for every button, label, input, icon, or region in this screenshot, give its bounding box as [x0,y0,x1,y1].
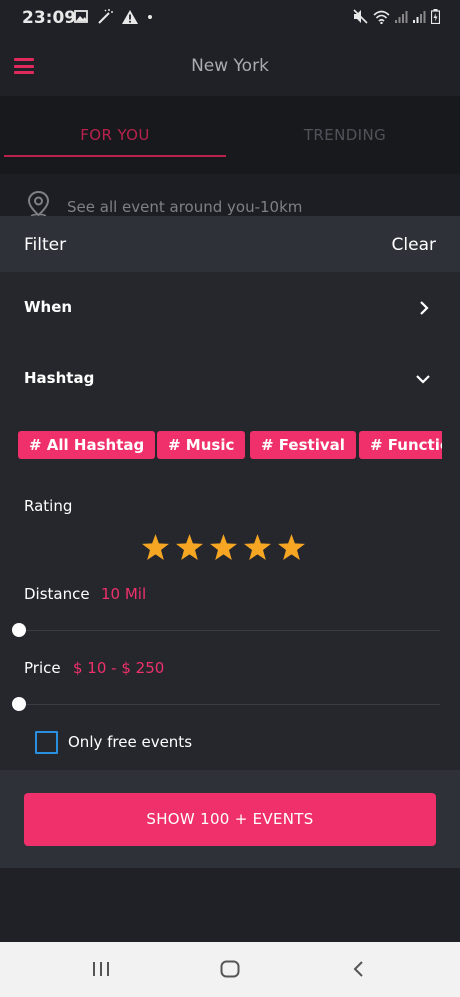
show-events-button[interactable]: SHOW 100 + EVENTS [24,793,436,846]
distance-slider-thumb[interactable] [12,623,26,637]
star-icon[interactable] [176,534,203,560]
star-icon[interactable] [244,534,271,560]
signal-icon [395,11,408,23]
warning-icon [122,9,138,24]
price-slider-thumb[interactable] [12,697,26,711]
filter-sheet: Filter Clear When Hashtag # All Hashtag … [0,216,460,868]
image-icon [74,10,88,23]
distance-slider-track[interactable] [18,630,440,631]
location-text: See all event around you-10km [67,198,303,216]
tab-for-you[interactable]: FOR YOU [0,126,230,144]
magic-wand-icon [98,9,113,24]
home-icon[interactable] [220,960,240,978]
hashtag-row[interactable]: Hashtag [0,359,460,399]
star-icon[interactable] [142,534,169,560]
rating-label: Rating [24,497,73,515]
back-icon[interactable] [352,960,364,978]
distance-value: 10 Mil [101,585,147,603]
only-free-checkbox[interactable] [35,731,58,754]
mute-icon [353,9,368,24]
only-free-label: Only free events [68,733,193,751]
tab-bar: FOR YOU TRENDING [0,96,460,174]
status-time: 23:09 [22,8,77,28]
hashtag-chip-function[interactable]: # Function [359,431,442,459]
hashtag-chip-music[interactable]: # Music [157,431,246,459]
page-title: New York [191,56,269,76]
recent-apps-icon[interactable] [92,961,110,977]
status-bar: 23:09 [0,0,460,36]
status-left-icons [74,9,153,24]
when-label: When [24,298,73,316]
distance-label: Distance [24,585,90,603]
price-slider-track[interactable] [18,704,440,705]
location-row[interactable]: See all event around you-10km [0,174,460,218]
chevron-down-icon [416,375,430,384]
when-row[interactable]: When [0,288,460,328]
system-navigation-bar [0,942,460,997]
price-label: Price [24,659,61,677]
filter-header: Filter Clear [0,216,460,272]
clear-button[interactable]: Clear [392,235,436,255]
filter-title: Filter [24,235,67,255]
battery-icon [431,9,440,24]
signal-icon [413,11,426,23]
hashtag-label: Hashtag [24,369,95,387]
dot-icon [148,14,152,19]
chevron-right-icon [420,301,429,315]
rating-stars[interactable] [142,534,305,560]
tab-trending[interactable]: TRENDING [230,126,460,144]
hashtag-chip-all[interactable]: # All Hashtag [18,431,156,459]
filter-footer: SHOW 100 + EVENTS [0,770,460,868]
status-right-icons [353,9,440,24]
active-tab-indicator [4,155,226,157]
location-pin-icon [27,190,50,218]
hashtag-chips: # All Hashtag # Music # Festival # Funct… [18,431,442,463]
star-icon[interactable] [278,534,305,560]
app-bar: New York [0,36,460,96]
price-value: $ 10 - $ 250 [73,659,165,677]
star-icon[interactable] [210,534,237,560]
wifi-icon [373,10,390,24]
hashtag-chip-festival[interactable]: # Festival [250,431,356,459]
